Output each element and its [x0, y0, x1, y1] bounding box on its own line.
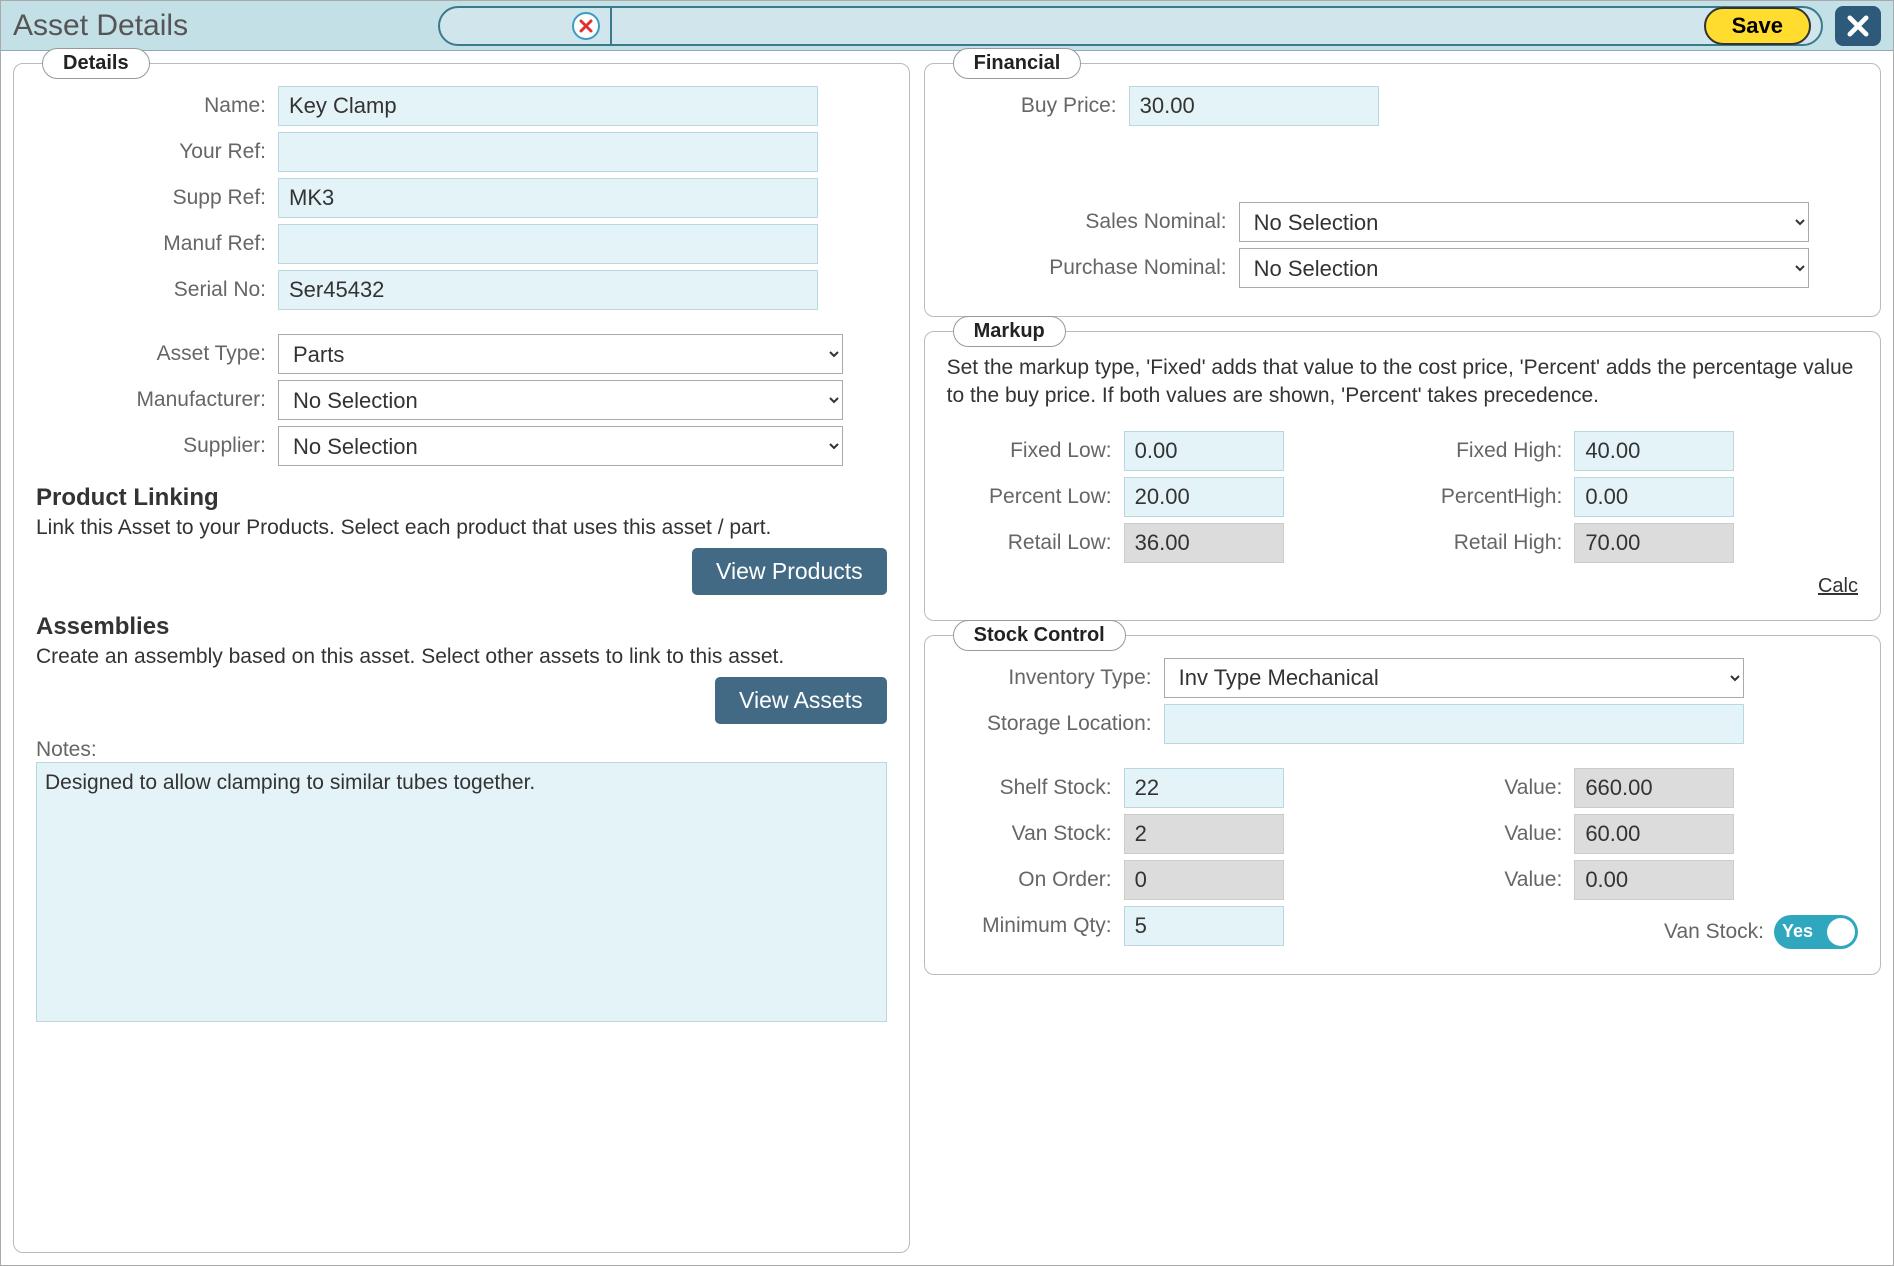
- stock-fieldset: Stock Control Inventory Type: Inv Type M…: [924, 635, 1881, 975]
- fixed-low-label: Fixed Low:: [947, 439, 1112, 463]
- asset-type-label: Asset Type:: [36, 342, 266, 366]
- markup-legend: Markup: [953, 316, 1066, 347]
- header-pill: Save: [438, 6, 1823, 46]
- stock-legend: Stock Control: [953, 620, 1126, 651]
- supplier-label: Supplier:: [36, 434, 266, 458]
- page-title: Asset Details: [13, 9, 438, 43]
- on-order-label: On Order:: [947, 868, 1112, 892]
- min-qty-input[interactable]: [1124, 906, 1284, 946]
- notes-textarea[interactable]: Designed to allow clamping to similar tu…: [36, 762, 887, 1022]
- view-products-button[interactable]: View Products: [692, 548, 887, 595]
- retail-high-output: [1574, 523, 1734, 563]
- supp-ref-label: Supp Ref:: [36, 186, 266, 210]
- product-linking-text: Link this Asset to your Products. Select…: [36, 516, 887, 540]
- van-stock-toggle[interactable]: Yes: [1774, 915, 1858, 949]
- buy-price-label: Buy Price:: [947, 94, 1117, 118]
- close-button[interactable]: [1835, 6, 1881, 46]
- buy-price-input[interactable]: [1129, 86, 1379, 126]
- calc-link[interactable]: Calc: [947, 575, 1858, 598]
- sales-nominal-select[interactable]: No Selection: [1239, 202, 1809, 242]
- inventory-type-label: Inventory Type:: [947, 666, 1152, 690]
- name-label: Name:: [36, 94, 266, 118]
- serial-input[interactable]: [278, 270, 818, 310]
- notes-label: Notes:: [36, 738, 97, 761]
- toggle-knob: [1827, 918, 1855, 946]
- your-ref-label: Your Ref:: [36, 140, 266, 164]
- manuf-ref-input[interactable]: [278, 224, 818, 264]
- inventory-type-select[interactable]: Inv Type Mechanical: [1164, 658, 1744, 698]
- fixed-low-input[interactable]: [1124, 431, 1284, 471]
- van-stock-toggle-label: Van Stock:: [1664, 920, 1764, 944]
- retail-high-label: Retail High:: [1407, 531, 1562, 555]
- percent-low-input[interactable]: [1124, 477, 1284, 517]
- your-ref-input[interactable]: [278, 132, 818, 172]
- van-stock-toggle-value: Yes: [1782, 921, 1813, 942]
- view-assets-button[interactable]: View Assets: [715, 677, 887, 724]
- assemblies-title: Assemblies: [36, 613, 887, 641]
- manuf-ref-label: Manuf Ref:: [36, 232, 266, 256]
- shelf-stock-input[interactable]: [1124, 768, 1284, 808]
- van-value-output: [1574, 814, 1734, 854]
- save-button[interactable]: Save: [1704, 7, 1811, 45]
- assemblies-text: Create an assembly based on this asset. …: [36, 645, 887, 669]
- on-order-value-output: [1574, 860, 1734, 900]
- fixed-high-input[interactable]: [1574, 431, 1734, 471]
- van-stock-output: [1124, 814, 1284, 854]
- retail-low-label: Retail Low:: [947, 531, 1112, 555]
- markup-description: Set the markup type, 'Fixed' adds that v…: [947, 354, 1858, 411]
- storage-location-input[interactable]: [1164, 704, 1744, 744]
- van-value-label: Value:: [1407, 822, 1562, 846]
- pill-divider: [610, 8, 612, 44]
- on-order-output: [1124, 860, 1284, 900]
- shelf-value-label: Value:: [1407, 776, 1562, 800]
- details-legend: Details: [42, 48, 150, 79]
- markup-fieldset: Markup Set the markup type, 'Fixed' adds…: [924, 331, 1881, 621]
- supp-ref-input[interactable]: [278, 178, 818, 218]
- shelf-value-output: [1574, 768, 1734, 808]
- sales-nominal-label: Sales Nominal:: [947, 210, 1227, 234]
- fixed-high-label: Fixed High:: [1407, 439, 1562, 463]
- storage-location-label: Storage Location:: [947, 712, 1152, 736]
- supplier-select[interactable]: No Selection: [278, 426, 843, 466]
- percent-high-label: PercentHigh:: [1407, 485, 1562, 509]
- pill-clear-button[interactable]: [572, 12, 600, 40]
- on-order-value-label: Value:: [1407, 868, 1562, 892]
- manufacturer-label: Manufacturer:: [36, 388, 266, 412]
- shelf-stock-label: Shelf Stock:: [947, 776, 1112, 800]
- details-fieldset: Details Name: Your Ref: Supp Ref: Manuf …: [13, 63, 910, 1253]
- min-qty-label: Minimum Qty:: [947, 914, 1112, 938]
- van-stock-label: Van Stock:: [947, 822, 1112, 846]
- product-linking-title: Product Linking: [36, 484, 887, 512]
- percent-low-label: Percent Low:: [947, 485, 1112, 509]
- retail-low-output: [1124, 523, 1284, 563]
- asset-type-select[interactable]: Parts: [278, 334, 843, 374]
- manufacturer-select[interactable]: No Selection: [278, 380, 843, 420]
- financial-legend: Financial: [953, 48, 1082, 79]
- purchase-nominal-select[interactable]: No Selection: [1239, 248, 1809, 288]
- percent-high-input[interactable]: [1574, 477, 1734, 517]
- purchase-nominal-label: Purchase Nominal:: [947, 256, 1227, 280]
- name-input[interactable]: [278, 86, 818, 126]
- financial-fieldset: Financial Buy Price: Sales Nominal: No S…: [924, 63, 1881, 317]
- serial-label: Serial No:: [36, 278, 266, 302]
